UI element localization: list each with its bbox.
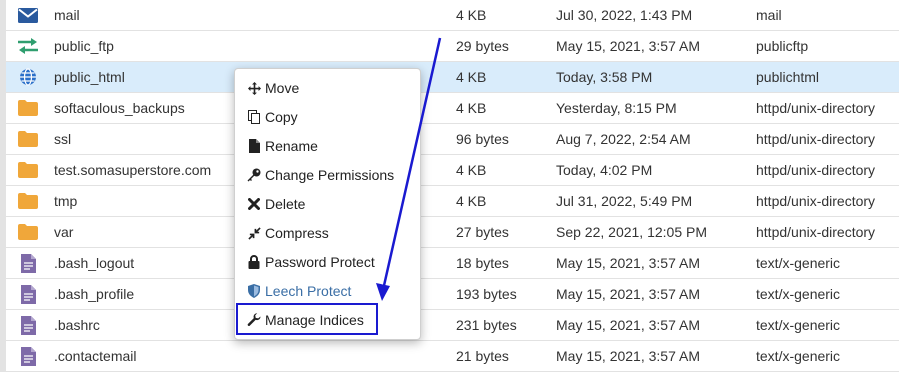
file-modified-date: Today, 4:02 PM bbox=[556, 162, 653, 178]
file-size: 4 KB bbox=[456, 100, 487, 116]
rename-icon bbox=[247, 139, 261, 153]
menu-item-leech-protect[interactable]: Leech Protect bbox=[247, 280, 351, 302]
file-name[interactable]: .bash_logout bbox=[54, 248, 134, 278]
file-type: text/x-generic bbox=[756, 317, 841, 333]
file-type: httpd/unix-directory bbox=[756, 162, 876, 178]
key-icon bbox=[247, 168, 261, 182]
file-size: 4 KB bbox=[456, 193, 487, 209]
table-row[interactable]: mail 4 KB Jul 30, 2022, 1:43 PM mail bbox=[6, 0, 899, 31]
table-row[interactable]: .bashrc 231 bytes May 15, 2021, 3:57 AM tex… bbox=[6, 310, 899, 341]
file-size: 96 bytes bbox=[456, 131, 509, 147]
file-name[interactable]: ssl bbox=[54, 124, 71, 154]
file-icon bbox=[16, 310, 40, 340]
file-size: 18 bytes bbox=[456, 255, 509, 271]
file-modified-date: Aug 7, 2022, 2:54 AM bbox=[556, 131, 691, 147]
file-modified-date: Jul 31, 2022, 5:49 PM bbox=[556, 193, 693, 209]
file-size: 231 bytes bbox=[456, 317, 517, 333]
shield-icon bbox=[247, 284, 261, 298]
table-row[interactable]: ssl 96 bytes Aug 7, 2022, 2:54 AM httpd/uni… bbox=[6, 124, 899, 155]
file-name[interactable]: .contactemail bbox=[54, 341, 136, 371]
file-type: httpd/unix-directory bbox=[756, 131, 876, 147]
table-row[interactable]: public_ftp 29 bytes May 15, 2021, 3:57 AM p… bbox=[6, 31, 899, 62]
menu-item-label: Move bbox=[265, 80, 300, 96]
delete-icon bbox=[247, 197, 261, 211]
folder-icon bbox=[16, 217, 40, 247]
file-modified-date: May 15, 2021, 3:57 AM bbox=[556, 38, 700, 54]
file-icon bbox=[16, 279, 40, 309]
file-type: publicftp bbox=[756, 38, 809, 54]
file-type: httpd/unix-directory bbox=[756, 224, 876, 240]
compress-icon bbox=[247, 226, 261, 240]
menu-item-compress[interactable]: Compress bbox=[247, 222, 329, 244]
file-name[interactable]: test.somasuperstore.com bbox=[54, 155, 211, 185]
file-type: text/x-generic bbox=[756, 348, 841, 364]
file-modified-date: May 15, 2021, 3:57 AM bbox=[556, 286, 700, 302]
file-name[interactable]: var bbox=[54, 217, 73, 247]
file-size: 4 KB bbox=[456, 69, 487, 85]
menu-item-copy[interactable]: Copy bbox=[247, 106, 298, 128]
file-type: mail bbox=[756, 7, 782, 23]
file-name[interactable]: .bash_profile bbox=[54, 279, 134, 309]
folder-icon bbox=[16, 93, 40, 123]
folder-icon bbox=[16, 186, 40, 216]
file-name[interactable]: tmp bbox=[54, 186, 77, 216]
menu-item-label: Change Permissions bbox=[265, 167, 395, 183]
file-size: 29 bytes bbox=[456, 38, 509, 54]
menu-item-label: Rename bbox=[265, 138, 318, 154]
file-modified-date: Jul 30, 2022, 1:43 PM bbox=[556, 7, 693, 23]
file-modified-date: Sep 22, 2021, 12:05 PM bbox=[556, 224, 707, 240]
file-table: mail 4 KB Jul 30, 2022, 1:43 PM mail public_… bbox=[6, 0, 899, 372]
folder-icon bbox=[16, 124, 40, 154]
table-row[interactable]: public_html 4 KB Today, 3:58 PM publichtml bbox=[6, 62, 899, 93]
menu-item-label: Compress bbox=[265, 225, 329, 241]
context-menu: Move Copy Rename Change Permissions Dele… bbox=[234, 68, 421, 340]
file-icon bbox=[16, 341, 40, 371]
file-modified-date: May 15, 2021, 3:57 AM bbox=[556, 255, 700, 271]
table-row[interactable]: test.somasuperstore.com 4 KB Today, 4:02 P… bbox=[6, 155, 899, 186]
transfer-icon bbox=[16, 31, 40, 61]
file-type: text/x-generic bbox=[756, 255, 841, 271]
file-name[interactable]: public_ftp bbox=[54, 31, 114, 61]
annotation-highlight-box bbox=[236, 303, 378, 335]
table-row[interactable]: .bash_profile 193 bytes May 15, 2021, 3:57… bbox=[6, 279, 899, 310]
copy-icon bbox=[247, 110, 261, 124]
table-row[interactable]: .contactemail 21 bytes May 15, 2021, 3:57 … bbox=[6, 341, 899, 372]
lock-icon bbox=[247, 255, 261, 269]
file-size: 27 bytes bbox=[456, 224, 509, 240]
menu-item-label: Password Protect bbox=[265, 254, 375, 270]
file-type: publichtml bbox=[756, 69, 820, 85]
file-name[interactable]: softaculous_backups bbox=[54, 93, 185, 123]
file-name[interactable]: public_html bbox=[54, 62, 125, 92]
file-size: 193 bytes bbox=[456, 286, 517, 302]
folder-icon bbox=[16, 155, 40, 185]
table-row[interactable]: var 27 bytes Sep 22, 2021, 12:05 PM httpd/u… bbox=[6, 217, 899, 248]
file-size: 4 KB bbox=[456, 162, 487, 178]
file-type: text/x-generic bbox=[756, 286, 841, 302]
file-modified-date: Yesterday, 8:15 PM bbox=[556, 100, 677, 116]
mail-icon bbox=[16, 0, 40, 30]
menu-item-rename[interactable]: Rename bbox=[247, 135, 318, 157]
file-size: 21 bytes bbox=[456, 348, 509, 364]
globe-icon bbox=[16, 62, 40, 92]
table-row[interactable]: softaculous_backups 4 KB Yesterday, 8:15 P… bbox=[6, 93, 899, 124]
menu-item-move[interactable]: Move bbox=[247, 77, 299, 99]
menu-item-password-protect[interactable]: Password Protect bbox=[247, 251, 375, 273]
file-size: 4 KB bbox=[456, 7, 487, 23]
file-icon bbox=[16, 248, 40, 278]
menu-item-delete[interactable]: Delete bbox=[247, 193, 305, 215]
table-row[interactable]: .bash_logout 18 bytes May 15, 2021, 3:57 A… bbox=[6, 248, 899, 279]
table-row[interactable]: tmp 4 KB Jul 31, 2022, 5:49 PM httpd/unix-d… bbox=[6, 186, 899, 217]
file-name[interactable]: .bashrc bbox=[54, 310, 100, 340]
file-modified-date: May 15, 2021, 3:57 AM bbox=[556, 317, 700, 333]
move-icon bbox=[247, 81, 261, 95]
file-modified-date: May 15, 2021, 3:57 AM bbox=[556, 348, 700, 364]
menu-item-label: Delete bbox=[265, 196, 306, 212]
file-type: httpd/unix-directory bbox=[756, 193, 876, 209]
file-type: httpd/unix-directory bbox=[756, 100, 876, 116]
file-name[interactable]: mail bbox=[54, 0, 80, 30]
file-modified-date: Today, 3:58 PM bbox=[556, 69, 653, 85]
menu-item-label: Copy bbox=[265, 109, 298, 125]
menu-item-label: Leech Protect bbox=[265, 283, 352, 299]
menu-item-change-permissions[interactable]: Change Permissions bbox=[247, 164, 394, 186]
